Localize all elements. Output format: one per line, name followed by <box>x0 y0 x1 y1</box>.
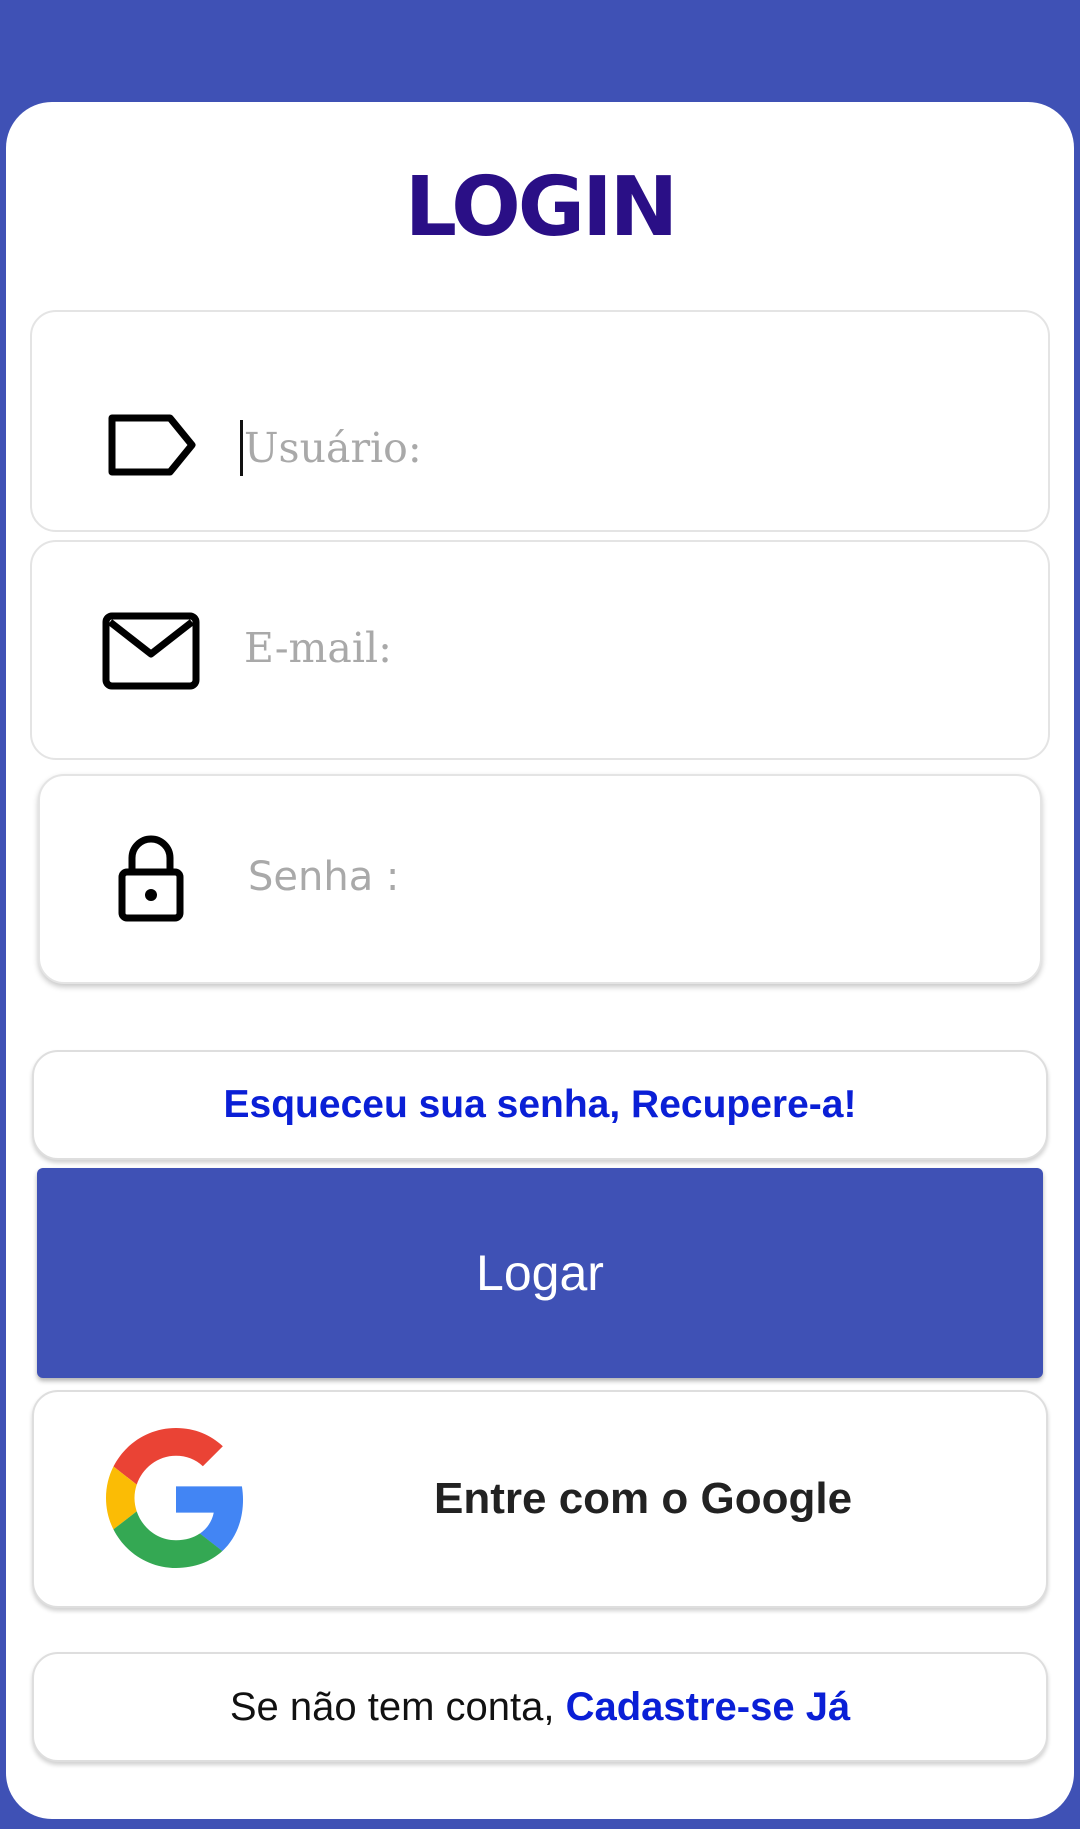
email-field[interactable]: E-mail: <box>30 540 1050 760</box>
lock-icon <box>118 834 184 927</box>
google-logo-icon <box>106 1428 246 1573</box>
signup-link[interactable]: Cadastre-se Já <box>566 1685 851 1730</box>
login-button[interactable]: Logar <box>37 1168 1043 1378</box>
password-field[interactable]: Senha : <box>38 774 1042 984</box>
mail-icon <box>102 612 200 695</box>
signup-row: Se não tem conta, Cadastre-se Já <box>32 1652 1048 1762</box>
signup-prefix: Se não tem conta, <box>229 1684 566 1729</box>
page-title: LOGIN <box>404 160 678 255</box>
label-tag-icon <box>106 412 198 483</box>
forgot-password-label: Esqueceu sua senha, Recupere-a! <box>223 1083 857 1126</box>
email-placeholder: E-mail: <box>244 624 392 672</box>
forgot-password-button[interactable]: Esqueceu sua senha, Recupere-a! <box>32 1050 1048 1160</box>
username-placeholder: Usuário: <box>244 424 422 472</box>
password-placeholder: Senha : <box>248 854 400 900</box>
google-signin-button[interactable]: Entre com o Google <box>32 1390 1048 1608</box>
text-caret <box>240 420 243 476</box>
google-signin-label: Entre com o Google <box>434 1474 853 1523</box>
username-field[interactable]: Usuário: <box>30 310 1050 532</box>
